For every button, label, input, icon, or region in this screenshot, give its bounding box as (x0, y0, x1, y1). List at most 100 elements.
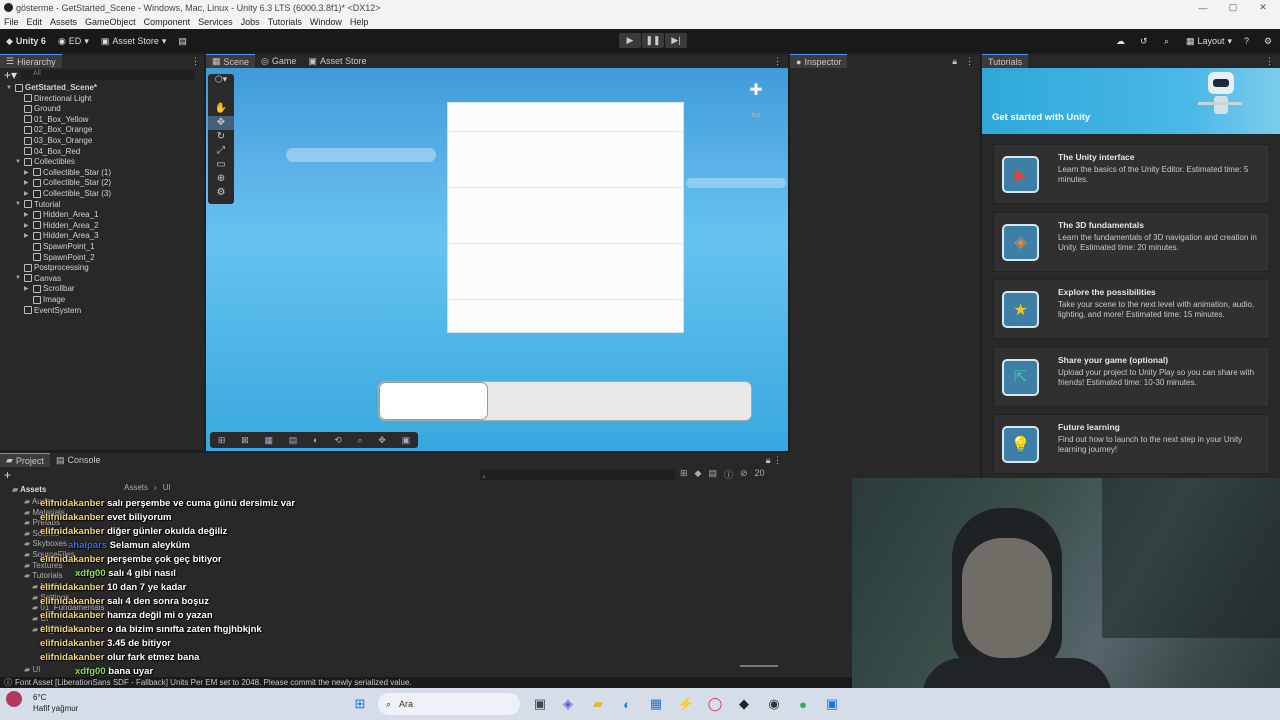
step-button[interactable]: ▶| (665, 33, 687, 48)
menu-file[interactable]: File (0, 17, 23, 27)
lock-icon[interactable]: 🔒︎ (952, 56, 957, 67)
camera-icon[interactable]: ▣ (402, 435, 411, 446)
task-view-icon[interactable]: ▣ (530, 694, 550, 714)
add-icon[interactable]: +▾ (4, 68, 17, 82)
chevron-down-icon[interactable]: ▼ (15, 159, 22, 165)
project-folder[interactable]: ▰ UI (24, 665, 40, 674)
menu-edit[interactable]: Edit (23, 17, 47, 27)
spotify-icon[interactable]: ● (793, 694, 813, 714)
2d-icon[interactable]: ⟲ (334, 435, 342, 446)
hierarchy-item[interactable]: ▶ Collectible_Star (3) (24, 188, 111, 199)
chevron-right-icon[interactable]: ▶ (24, 179, 31, 186)
history-button[interactable]: ↺ (1134, 32, 1154, 50)
tutorial-card[interactable]: ▶ The Unity interface Learn the basics of … (993, 144, 1270, 204)
view-options-icon[interactable]: ⬡▾ (208, 74, 234, 88)
close-icon[interactable]: ✕ (1248, 0, 1278, 15)
ui-scrollbar[interactable] (378, 381, 752, 421)
tab-hierarchy[interactable]: ☰ Hierarchy (0, 54, 62, 68)
unity-account-button[interactable]: ◆ Unity 6 (0, 32, 52, 50)
scale-tool-icon[interactable]: ⤢ (208, 144, 234, 158)
scene-viewport[interactable]: ⬡▾ ✋ ✥ ↻ ⤢ ▭ ⊕ ⚙ ✚ Iso ⊞ ⊠ ▦ ▤ ◐ ⟲ ⌕ ✥ ▣ (206, 68, 788, 451)
account-dropdown[interactable]: ◉ ED ▾ (52, 32, 95, 50)
saved-search-icon[interactable]: ▤ (708, 468, 717, 481)
chevron-right-icon[interactable]: ▶ (24, 222, 31, 229)
tutorial-card[interactable]: ⇱ Share your game (optional) Upload your p… (993, 346, 1270, 407)
hierarchy-item[interactable]: 01_Box_Yellow (15, 114, 88, 125)
hierarchy-item[interactable]: ▼ Collectibles (15, 156, 75, 167)
flash-icon[interactable]: ⚡ (676, 694, 696, 714)
hierarchy-item[interactable]: ▶ Scrollbar (24, 283, 75, 294)
ui-image-panel[interactable] (447, 102, 684, 333)
zoom-slider[interactable] (740, 665, 778, 667)
snap-icon[interactable]: ▤ (289, 435, 298, 446)
project-folder[interactable]: ▰ Skyboxes (24, 539, 67, 548)
hierarchy-item[interactable]: Ground (15, 103, 61, 114)
menu-jobs[interactable]: Jobs (237, 17, 264, 27)
shading-icon[interactable]: ◐ (313, 435, 318, 445)
hierarchy-search-input[interactable]: All (21, 70, 194, 80)
breadcrumb-assets[interactable]: Assets (124, 483, 148, 492)
tutorial-card[interactable]: ★ Explore the possibilities Take your scen… (993, 279, 1270, 339)
rect-tool-icon[interactable]: ▭ (208, 158, 234, 172)
more-icon[interactable]: ⋮ (1265, 56, 1274, 67)
filter-type-icon[interactable]: ⊞ (680, 468, 688, 481)
zoom-icon[interactable]: ⌕ (357, 435, 362, 446)
menu-component[interactable]: Component (140, 17, 195, 27)
chevron-right-icon[interactable]: ▶ (24, 211, 31, 218)
transform-tool-icon[interactable]: ⊕ (208, 172, 234, 186)
rotate-tool-icon[interactable]: ↻ (208, 130, 234, 144)
pause-button[interactable]: ❚❚ (642, 33, 664, 48)
more-icon[interactable]: ⋮ (191, 56, 200, 67)
hierarchy-item[interactable]: Postprocessing (15, 262, 89, 273)
project-folder[interactable]: ▰ Tutorials (24, 571, 63, 580)
tutorial-card[interactable]: 💡 Future learning Find out how to launch t… (993, 414, 1270, 474)
chevron-right-icon[interactable]: ▶ (24, 232, 31, 239)
copilot-icon[interactable]: ◈ (558, 694, 578, 714)
global-icon[interactable]: ⊠ (241, 435, 249, 446)
minimize-icon[interactable]: — (1188, 0, 1218, 15)
hierarchy-item[interactable]: ▼ Canvas (15, 273, 61, 284)
move-view-icon[interactable]: ✥ (378, 435, 386, 446)
move-tool-icon[interactable]: ✥ (208, 116, 234, 130)
file-explorer-icon[interactable]: ▰ (588, 694, 608, 714)
hierarchy-item[interactable]: SpawnPoint_2 (24, 252, 95, 263)
scene-gizmo[interactable]: ✚ Iso (734, 80, 778, 140)
hierarchy-item[interactable]: Image (24, 294, 65, 305)
gizmo-projection-label[interactable]: Iso (734, 112, 778, 119)
visibility-icon[interactable]: ⊘ (740, 468, 748, 481)
tab-project[interactable]: ▰ Project (0, 453, 50, 467)
breadcrumb-ui[interactable]: UI (163, 483, 171, 492)
project-search-input[interactable]: ⌕ (480, 470, 675, 481)
hierarchy-item[interactable]: ▶ Hidden_Area_2 (24, 220, 99, 231)
info-icon[interactable]: ⓘ (724, 468, 733, 481)
hierarchy-item[interactable]: ▶ Hidden_Area_3 (24, 230, 99, 241)
tab-asset-store[interactable]: ▣ Asset Store (302, 54, 372, 68)
pivot-icon[interactable]: ⊞ (218, 435, 226, 446)
menu-window[interactable]: Window (306, 17, 346, 27)
search-button[interactable]: ⌕ (1158, 32, 1175, 50)
menu-assets[interactable]: Assets (46, 17, 81, 27)
status-message[interactable]: Font Asset [LiberationSans SDF - Fallbac… (15, 678, 412, 687)
edge-icon[interactable]: ◐ (617, 694, 637, 714)
weather-temp[interactable]: 6°C (33, 693, 46, 702)
hierarchy-item[interactable]: Directional Light (15, 93, 91, 104)
hierarchy-item[interactable]: 04_Box_Red (15, 146, 80, 157)
cloud-button[interactable]: ☁ (1110, 32, 1131, 50)
chevron-down-icon[interactable]: ▼ (6, 85, 13, 91)
hierarchy-item[interactable]: ▶ Collectible_Star (2) (24, 177, 111, 188)
create-icon[interactable]: + (4, 468, 11, 482)
more-icon[interactable]: ⋮ (773, 56, 782, 67)
layout-dropdown[interactable]: ▦ Layout ▾ (1180, 32, 1238, 50)
hierarchy-item[interactable]: ▶ Hidden_Area_1 (24, 209, 99, 220)
tab-game[interactable]: ◎ Game (255, 54, 302, 68)
tab-console[interactable]: ▤ Console (50, 453, 107, 467)
custom-tool-icon[interactable]: ⚙ (208, 186, 234, 200)
unity-icon[interactable]: ◆ (734, 694, 754, 714)
hierarchy-item[interactable]: SpawnPoint_1 (24, 241, 95, 252)
chevron-right-icon[interactable]: ▶ (24, 169, 31, 176)
opera-icon[interactable]: ◯ (705, 694, 725, 714)
taskbar-search[interactable]: ⌕ Ara (378, 693, 520, 715)
tab-inspector[interactable]: ● Inspector (790, 54, 848, 68)
chevron-down-icon[interactable]: ▼ (15, 275, 22, 281)
chevron-down-icon[interactable]: ▼ (15, 201, 22, 207)
